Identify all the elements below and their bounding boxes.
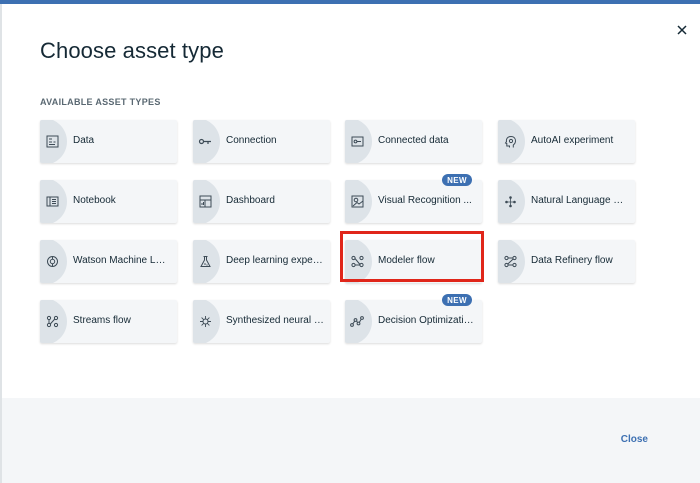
- asset-tile-streams-flow[interactable]: Streams flow: [40, 300, 177, 343]
- autoai-icon: [503, 134, 517, 148]
- watson-ml-icon: [45, 254, 59, 268]
- asset-tile-label: Data Refinery flow: [531, 255, 613, 266]
- asset-tile-connected-data[interactable]: Connected data: [345, 120, 482, 163]
- asset-tile-modeler-flow[interactable]: Modeler flow: [345, 240, 482, 283]
- connection-icon: [198, 134, 212, 148]
- asset-tile-autoai[interactable]: AutoAI experiment: [498, 120, 635, 163]
- visual-recognition-icon: [350, 194, 364, 208]
- asset-tile-connection[interactable]: Connection: [193, 120, 330, 163]
- asset-tile-label: Dashboard: [226, 195, 275, 206]
- deep-learning-icon: [198, 254, 212, 268]
- asset-tile-data-refinery[interactable]: Data Refinery flow: [498, 240, 635, 283]
- natural-language-icon: [503, 194, 517, 208]
- asset-tile-label: Visual Recognition ...: [378, 195, 472, 206]
- asset-tile-watson-ml[interactable]: Watson Machine Lea...: [40, 240, 177, 283]
- notebook-icon: [45, 194, 59, 208]
- asset-tile-label: Deep learning experi...: [226, 255, 324, 266]
- asset-tile-visual-recognition[interactable]: Visual Recognition ...: [345, 180, 482, 223]
- close-button[interactable]: Close: [621, 434, 648, 445]
- connected-data-icon: [350, 134, 364, 148]
- asset-tile-label: AutoAI experiment: [531, 135, 614, 146]
- close-icon[interactable]: [674, 22, 690, 38]
- decision-optimization-icon: [350, 314, 364, 328]
- streams-flow-icon: [45, 314, 59, 328]
- asset-tile-label: Decision Optimizatio...: [378, 315, 476, 326]
- asset-tile-deep-learning[interactable]: Deep learning experi...: [193, 240, 330, 283]
- modeler-flow-icon: [350, 254, 364, 268]
- synthesized-neural-icon: [198, 314, 212, 328]
- data-icon: [45, 134, 59, 148]
- dialog-title: Choose asset type: [40, 38, 224, 63]
- asset-tile-natural-language[interactable]: Natural Language Cl...: [498, 180, 635, 223]
- asset-tile-decision-optimization[interactable]: Decision Optimizatio...: [345, 300, 482, 343]
- asset-tile-label: Connection: [226, 135, 277, 146]
- asset-tile-label: Modeler flow: [378, 255, 435, 266]
- asset-tile-label: Connected data: [378, 135, 449, 146]
- asset-tile-label: Notebook: [73, 195, 116, 206]
- asset-tile-label: Data: [73, 135, 95, 146]
- dialog-footer: Close: [2, 398, 700, 483]
- new-badge: NEW: [442, 294, 472, 306]
- asset-tile-label: Streams flow: [73, 315, 131, 326]
- asset-tile-data[interactable]: Data: [40, 120, 177, 163]
- data-refinery-icon: [503, 254, 517, 268]
- asset-tile-label: Synthesized neural n...: [226, 315, 324, 326]
- asset-tile-synthesized-neural[interactable]: Synthesized neural n...: [193, 300, 330, 343]
- section-label: AVAILABLE ASSET TYPES: [40, 97, 161, 107]
- asset-tile-label: Natural Language Cl...: [531, 195, 629, 206]
- asset-tile-dashboard[interactable]: Dashboard: [193, 180, 330, 223]
- dashboard-icon: [198, 194, 212, 208]
- asset-tile-notebook[interactable]: Notebook: [40, 180, 177, 223]
- asset-tile-label: Watson Machine Lea...: [73, 255, 171, 266]
- new-badge: NEW: [442, 174, 472, 186]
